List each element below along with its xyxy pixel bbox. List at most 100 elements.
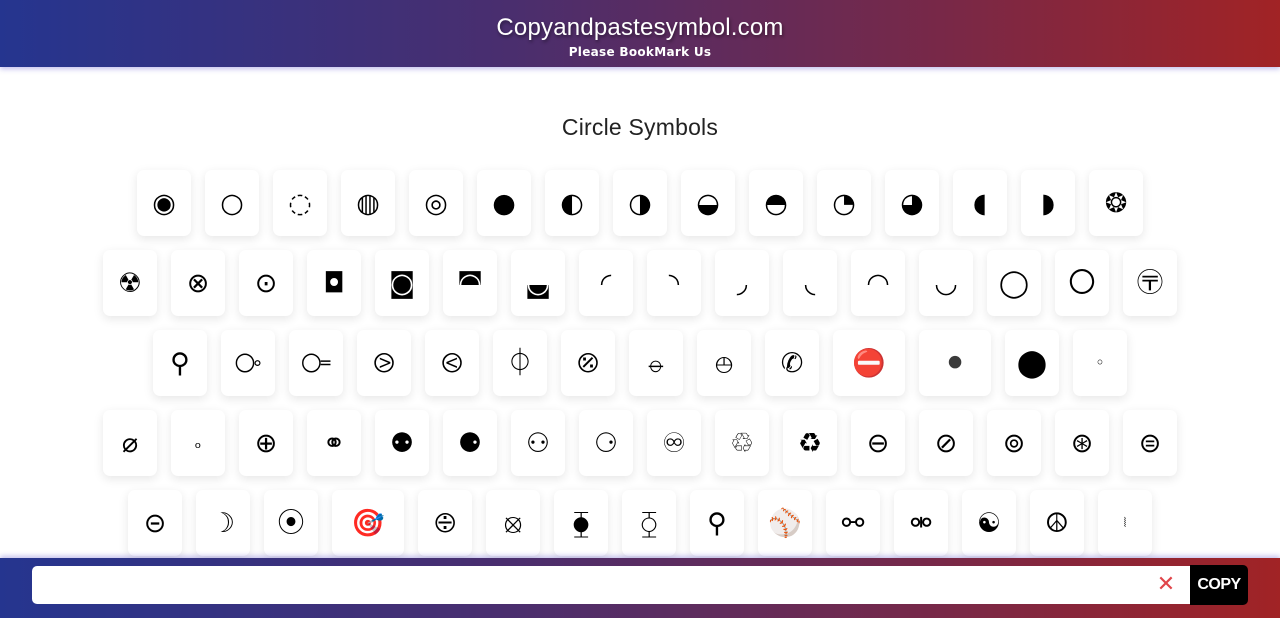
symbol-tile[interactable]: ☽: [196, 490, 250, 556]
symbol-tile[interactable]: ◘: [307, 250, 361, 316]
symbol-tile[interactable]: ◐: [545, 170, 599, 236]
site-title[interactable]: Copyandpastesymbol.com: [0, 0, 1280, 42]
symbol-tile[interactable]: ⊘: [919, 410, 973, 476]
symbol-tile[interactable]: ⌀: [103, 410, 157, 476]
symbol-tile[interactable]: ⚫: [919, 330, 991, 396]
symbol-glyph: ⛔: [852, 347, 886, 379]
symbol-tile[interactable]: ⚉: [375, 410, 429, 476]
symbol-grid: ◉ ○ ◌ ◍ ◎ ● ◐ ◑ ◒ ◓ ◔ ◕ ◖ ◗ ❂ ☢ ⊗ ⊙ ◘ ◙ ◚ ◛ ◜ ◝ ◞ ◟ ◠ ◡ ◯ 〇 〶 ⚲ ⧂ ⧃ ⧁ ⧀ ⏀ ⦼…: [0, 170, 1280, 570]
symbol-tile[interactable]: ⧲: [622, 490, 676, 556]
symbol-glyph: ⚮: [909, 507, 933, 539]
symbol-tile[interactable]: ◗: [1021, 170, 1075, 236]
symbol-tile[interactable]: 〇: [1055, 250, 1109, 316]
symbol-tile[interactable]: ◜: [579, 250, 633, 316]
symbol-tile[interactable]: ⚆: [579, 410, 633, 476]
symbol-tile[interactable]: ⏀: [493, 330, 547, 396]
symbol-tile[interactable]: ◙: [375, 250, 429, 316]
symbol-tile[interactable]: ⊚: [987, 410, 1041, 476]
symbol-tile[interactable]: ☮: [1030, 490, 1084, 556]
symbol-tile[interactable]: 〶: [1123, 250, 1177, 316]
symbol-tile[interactable]: ☯: [962, 490, 1016, 556]
symbol-glyph: ◑: [628, 187, 652, 219]
symbol-tile[interactable]: ◓: [749, 170, 803, 236]
symbol-tile[interactable]: ◉: [137, 170, 191, 236]
symbol-tile[interactable]: ♾: [647, 410, 701, 476]
symbol-tile[interactable]: ⊗: [171, 250, 225, 316]
symbol-tile[interactable]: ⚾: [758, 490, 812, 556]
symbol-tile[interactable]: ⨸: [418, 490, 472, 556]
symbol-tile[interactable]: ⚮: [894, 490, 948, 556]
symbol-tile[interactable]: ●: [477, 170, 531, 236]
symbol-tile[interactable]: ◎: [409, 170, 463, 236]
symbol-tile[interactable]: ⚭: [307, 410, 361, 476]
symbol-tile[interactable]: ❂: [1089, 170, 1143, 236]
symbol-tile[interactable]: ⧀: [425, 330, 479, 396]
symbol-tile[interactable]: ◔: [817, 170, 871, 236]
symbol-glyph: ⦺: [715, 347, 733, 379]
symbol-tile[interactable]: ◠: [851, 250, 905, 316]
symbol-glyph: 🎯: [351, 507, 385, 539]
symbol-tile[interactable]: ◒: [681, 170, 735, 236]
symbol-glyph: ⊖: [866, 427, 890, 459]
symbol-glyph: ₒ: [194, 433, 202, 452]
symbol-tile[interactable]: ◌: [273, 170, 327, 236]
symbol-tile[interactable]: ⦼: [561, 330, 615, 396]
symbol-tile[interactable]: ◖: [953, 170, 1007, 236]
symbol-tile[interactable]: ♲: [715, 410, 769, 476]
symbol-tile[interactable]: ⛔: [833, 330, 905, 396]
symbol-tile[interactable]: ⊝: [128, 490, 182, 556]
symbol-row: ◉ ○ ◌ ◍ ◎ ● ◐ ◑ ◒ ◓ ◔ ◕ ◖ ◗ ❂: [0, 170, 1280, 238]
symbol-tile[interactable]: ◕: [885, 170, 939, 236]
copy-input[interactable]: [32, 566, 1192, 604]
symbol-tile[interactable]: ◡: [919, 250, 973, 316]
symbol-tile[interactable]: ◛: [511, 250, 565, 316]
symbol-tile[interactable]: 🎯: [332, 490, 404, 556]
symbol-tile[interactable]: ⧁: [357, 330, 411, 396]
symbol-glyph: ⧳: [572, 507, 590, 539]
symbol-glyph: ◚: [456, 267, 484, 299]
symbol-tile[interactable]: ◑: [613, 170, 667, 236]
symbol-tile[interactable]: ⚈: [443, 410, 497, 476]
symbol-tile[interactable]: ♻: [783, 410, 837, 476]
symbol-glyph: ⧲: [640, 507, 658, 539]
symbol-glyph: ♻: [797, 427, 823, 459]
symbol-tile[interactable]: ◟: [783, 250, 837, 316]
symbol-tile[interactable]: ⊛: [1055, 410, 1109, 476]
symbol-tile[interactable]: ⚯: [826, 490, 880, 556]
symbol-tile[interactable]: ⧃: [289, 330, 343, 396]
symbol-tile[interactable]: ☢: [103, 250, 157, 316]
symbol-tile[interactable]: ⧳: [554, 490, 608, 556]
symbol-glyph: ✆: [780, 347, 804, 379]
copy-button[interactable]: COPY: [1190, 565, 1248, 605]
symbol-glyph: ⊕: [254, 427, 278, 459]
clear-icon[interactable]: ✕: [1154, 570, 1178, 600]
symbol-tile[interactable]: ⧂: [221, 330, 275, 396]
symbol-tile[interactable]: ○: [205, 170, 259, 236]
symbol-tile[interactable]: ◚: [443, 250, 497, 316]
symbol-tile[interactable]: ⊕: [239, 410, 293, 476]
symbol-tile[interactable]: ◍: [341, 170, 395, 236]
symbol-tile[interactable]: ◦: [1073, 330, 1127, 396]
symbol-glyph: ◜: [600, 267, 612, 299]
symbol-tile[interactable]: ⚇: [511, 410, 565, 476]
symbol-glyph: ⚉: [389, 427, 415, 459]
symbol-tile[interactable]: ⊜: [1123, 410, 1177, 476]
symbol-tile[interactable]: ⚲: [153, 330, 207, 396]
symbol-tile[interactable]: ₒ: [171, 410, 225, 476]
symbol-glyph: ☢: [117, 267, 143, 299]
symbol-tile[interactable]: ⦵: [629, 330, 683, 396]
symbol-tile[interactable]: ⬤: [1005, 330, 1059, 396]
symbol-tile[interactable]: ⦺: [697, 330, 751, 396]
symbol-tile[interactable]: ⊙: [239, 250, 293, 316]
symbol-tile[interactable]: ⚲: [690, 490, 744, 556]
symbol-tile[interactable]: ◯: [987, 250, 1041, 316]
symbol-tile[interactable]: ◝: [647, 250, 701, 316]
symbol-glyph: ◞: [736, 267, 748, 299]
symbol-tile[interactable]: ⦻: [486, 490, 540, 556]
symbol-glyph: ⦚: [1123, 515, 1127, 531]
symbol-tile[interactable]: ⊖: [851, 410, 905, 476]
symbol-tile[interactable]: ◞: [715, 250, 769, 316]
symbol-tile[interactable]: ⦚: [1098, 490, 1152, 556]
symbol-tile[interactable]: ⦿: [264, 490, 318, 556]
symbol-tile[interactable]: ✆: [765, 330, 819, 396]
